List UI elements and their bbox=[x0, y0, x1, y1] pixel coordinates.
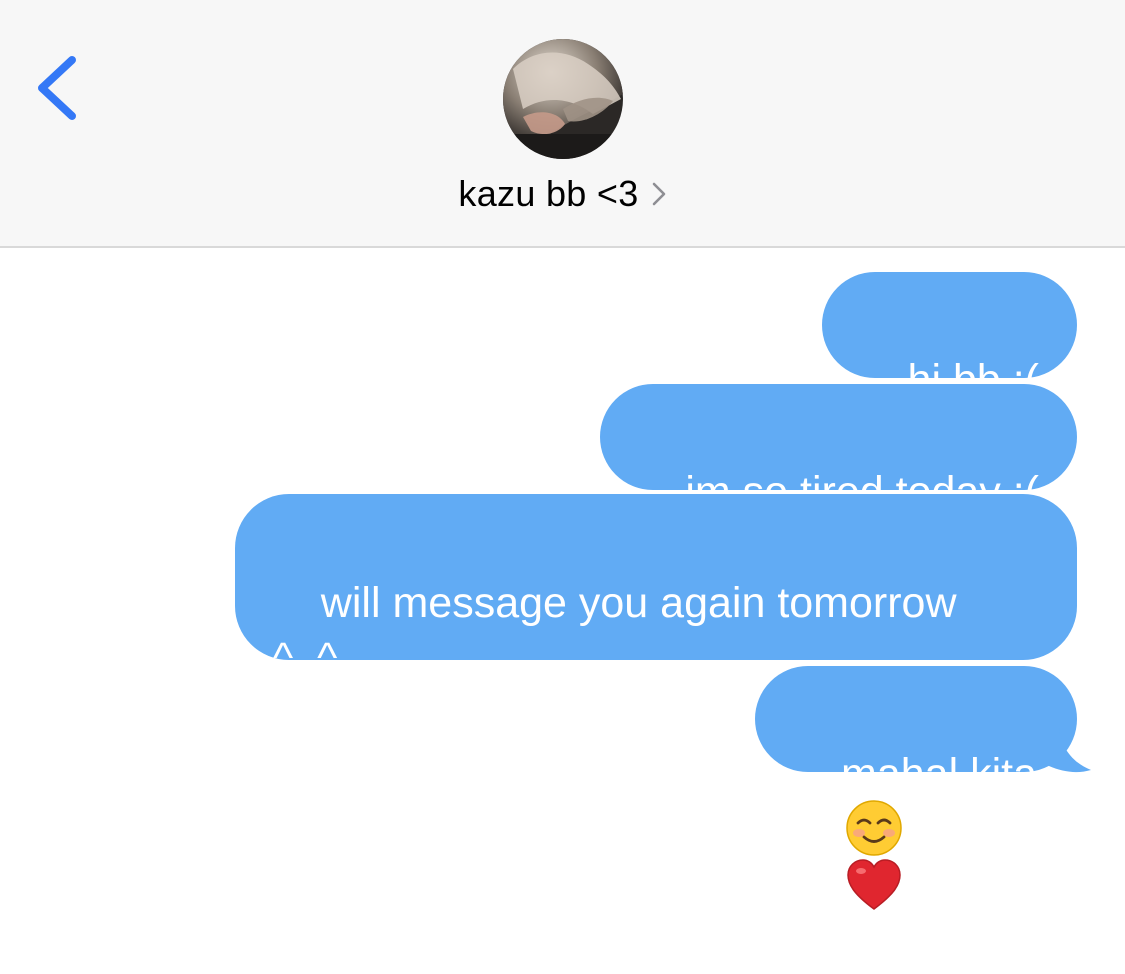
message-bubble[interactable]: im so tired today :( bbox=[599, 384, 1077, 516]
message-bubble[interactable]: will message you again tomorrow ^_^ bbox=[235, 494, 1077, 682]
chevron-right-icon bbox=[652, 182, 665, 206]
conversation-header: kazu bb <3 bbox=[0, 0, 1125, 248]
chevron-left-icon bbox=[38, 56, 76, 120]
message-bubble[interactable]: hi bb :( bbox=[821, 272, 1077, 404]
message-text: mahal kita bbox=[841, 750, 1037, 798]
contact-details-button[interactable]: kazu bb <3 bbox=[0, 170, 1125, 218]
message-thread: hi bb :( im so tired today :( will messa… bbox=[0, 248, 1125, 911]
contact-avatar[interactable] bbox=[503, 39, 623, 159]
back-button[interactable] bbox=[28, 50, 88, 130]
contact-name: kazu bb <3 bbox=[458, 173, 639, 214]
bubble-tail bbox=[1027, 728, 1091, 773]
red-heart-icon bbox=[847, 859, 901, 911]
